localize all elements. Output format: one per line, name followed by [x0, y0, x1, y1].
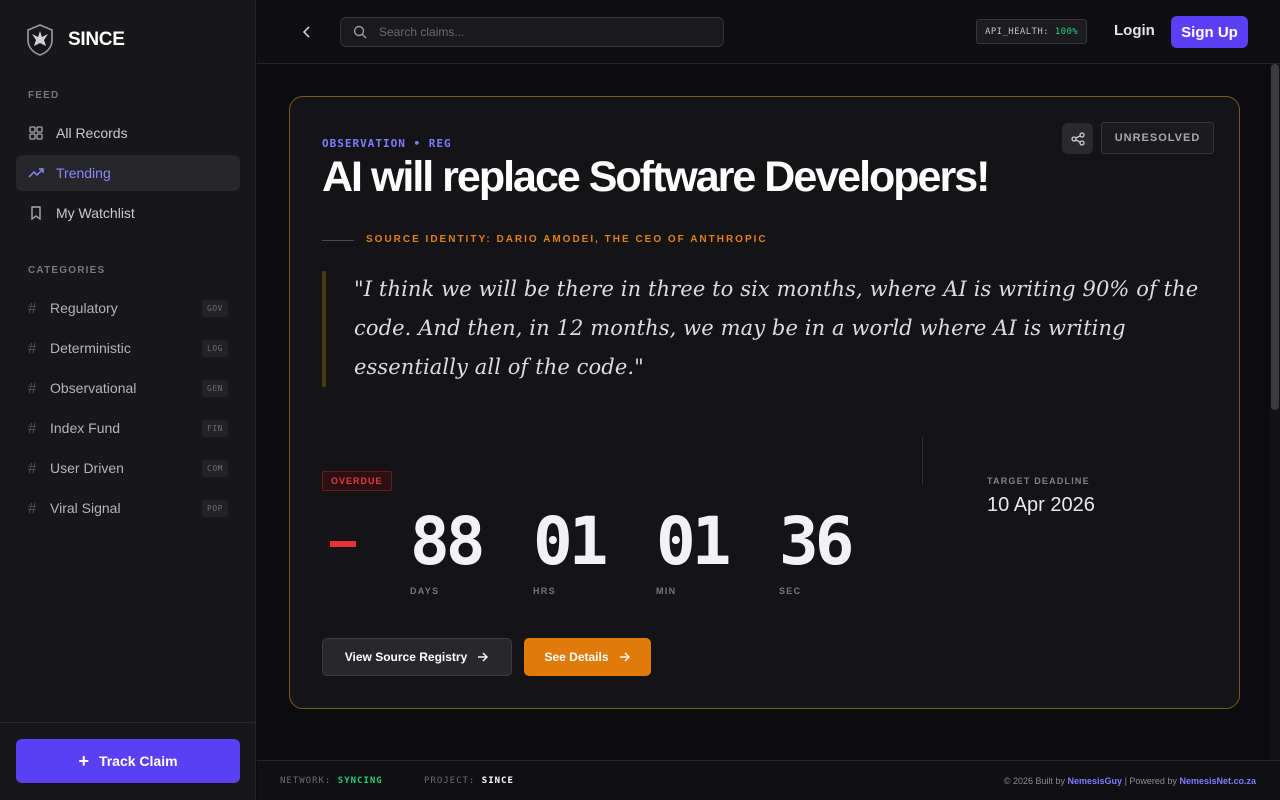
app-root: SINCE FEED All Records Trending My Watch…: [0, 0, 1280, 800]
countdown-minutes-label: MIN: [656, 586, 677, 596]
bookmark-icon: [28, 205, 44, 221]
search-input[interactable]: [379, 25, 699, 39]
trending-icon: [28, 165, 44, 181]
category-tag: FIN: [202, 419, 228, 437]
powered-prefix: | Powered by: [1124, 776, 1177, 786]
status-badge: UNRESOLVED: [1101, 122, 1214, 154]
hash-icon: #: [28, 419, 37, 437]
claim-category: OBSERVATION • REG: [322, 137, 452, 150]
category-tag: COM: [202, 459, 228, 477]
api-health-label: API_HEALTH:: [985, 26, 1050, 37]
category-tag: LOG: [202, 339, 228, 357]
back-button[interactable]: [295, 20, 319, 44]
categories-section-label: CATEGORIES: [28, 265, 106, 276]
category-tag: GEN: [202, 379, 228, 397]
login-button[interactable]: Login: [1114, 22, 1155, 39]
category-tag: POP: [202, 499, 228, 517]
claim-quote: "I think we will be there in three to si…: [354, 277, 1199, 379]
see-details-button[interactable]: See Details: [524, 638, 651, 676]
powered-by-link[interactable]: NemesisNet.co.za: [1179, 776, 1256, 786]
chevron-left-icon: [302, 26, 310, 38]
countdown-days: 88: [410, 503, 486, 580]
sidebar-item-all-records[interactable]: All Records: [16, 115, 240, 151]
topbar: API_HEALTH: 100% Login Sign Up: [257, 0, 1280, 64]
sidebar-item-label: Trending: [56, 165, 111, 181]
share-button[interactable]: [1062, 123, 1093, 154]
vertical-divider: [922, 437, 923, 485]
sidebar-category-index-fund[interactable]: # Index Fund FIN: [16, 410, 240, 446]
search-box[interactable]: [340, 17, 724, 47]
view-source-registry-button[interactable]: View Source Registry: [322, 638, 512, 676]
arrow-right-icon: [619, 652, 630, 662]
project-name: PROJECT: SINCE: [424, 776, 514, 786]
source-identity: SOURCE IDENTITY: DARIO AMODEI, THE CEO O…: [366, 234, 768, 245]
sidebar-item-my-watchlist[interactable]: My Watchlist: [16, 195, 240, 231]
plus-icon: +: [78, 751, 89, 771]
sidebar-item-label: All Records: [56, 125, 128, 141]
category-tag: GOV: [202, 299, 228, 317]
countdown-hours: 01: [533, 503, 609, 580]
countdown-minutes: 01: [656, 503, 732, 580]
sidebar-item-trending[interactable]: Trending: [16, 155, 240, 191]
project-label: PROJECT:: [424, 776, 476, 786]
sidebar: SINCE FEED All Records Trending My Watch…: [0, 0, 256, 800]
hash-icon: #: [28, 379, 37, 397]
hash-icon: #: [28, 499, 37, 517]
target-deadline-label: TARGET DEADLINE: [987, 476, 1090, 486]
network-value: SYNCING: [337, 776, 383, 786]
sidebar-category-deterministic[interactable]: # Deterministic LOG: [16, 330, 240, 366]
built-prefix: © 2026 Built by: [1003, 776, 1065, 786]
api-health-badge: API_HEALTH: 100%: [976, 19, 1088, 44]
claim-card: OBSERVATION • REG AI will replace Softwa…: [289, 96, 1240, 709]
negative-sign: -: [330, 541, 356, 547]
brand-name: SINCE: [68, 29, 125, 50]
brand[interactable]: SINCE: [26, 24, 125, 56]
track-claim-label: Track Claim: [98, 753, 178, 769]
network-label: NETWORK:: [280, 776, 332, 786]
category-label: User Driven: [50, 460, 124, 476]
hash-icon: #: [28, 459, 37, 477]
footer-credits: © 2026 Built by NemesisGuy | Powered by …: [1004, 776, 1256, 786]
feed-section-label: FEED: [28, 90, 60, 101]
target-deadline: 10 Apr 2026: [987, 494, 1095, 516]
category-label: Index Fund: [50, 420, 121, 436]
footer: NETWORK: SYNCING PROJECT: SINCE © 2026 B…: [257, 760, 1280, 800]
scrollbar-thumb[interactable]: [1271, 64, 1279, 410]
sidebar-footer: + Track Claim: [0, 722, 256, 800]
sidebar-category-viral-signal[interactable]: # Viral Signal POP: [16, 490, 240, 526]
track-claim-button[interactable]: + Track Claim: [16, 739, 240, 783]
countdown-seconds: 36: [779, 503, 855, 580]
hash-icon: #: [28, 339, 37, 357]
search-icon: [353, 25, 367, 39]
sidebar-category-regulatory[interactable]: # Regulatory GOV: [16, 290, 240, 326]
sidebar-category-observational[interactable]: # Observational GEN: [16, 370, 240, 406]
signup-button[interactable]: Sign Up: [1171, 16, 1248, 48]
category-label: Deterministic: [50, 340, 131, 356]
sidebar-item-label: My Watchlist: [56, 205, 135, 221]
source-divider: [322, 240, 354, 241]
built-by-link[interactable]: NemesisGuy: [1068, 776, 1123, 786]
overdue-badge: OVERDUE: [322, 471, 392, 491]
countdown-hours-label: HRS: [533, 586, 556, 596]
network-status: NETWORK: SYNCING: [280, 776, 383, 786]
hash-icon: #: [28, 299, 37, 317]
view-source-registry-label: View Source Registry: [344, 650, 468, 664]
claim-title: AI will replace Software Developers!: [322, 153, 990, 201]
share-icon: [1070, 131, 1085, 146]
category-label: Observational: [50, 380, 137, 396]
sidebar-category-user-driven[interactable]: # User Driven COM: [16, 450, 240, 486]
category-label: Viral Signal: [50, 500, 121, 516]
category-label: Regulatory: [50, 300, 118, 316]
see-details-label: See Details: [544, 650, 609, 664]
api-health-value: 100%: [1054, 26, 1079, 37]
arrow-right-icon: [478, 652, 489, 662]
countdown-seconds-label: SEC: [779, 586, 802, 596]
project-value: SINCE: [481, 776, 514, 786]
countdown-days-label: DAYS: [410, 586, 440, 596]
shield-logo-icon: [27, 24, 53, 56]
grid-icon: [28, 125, 44, 141]
quote-accent-bar: [322, 271, 326, 387]
